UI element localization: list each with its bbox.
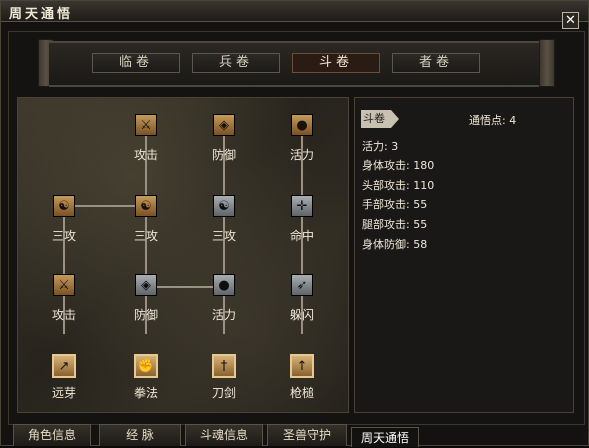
- tab-meridians[interactable]: 经 脉: [99, 424, 181, 446]
- bow-icon: ↗: [58, 358, 70, 374]
- vitality-node[interactable]: ●: [213, 274, 235, 296]
- fist-icon: ✊: [137, 358, 155, 374]
- dodge-node[interactable]: ➶: [291, 274, 313, 296]
- node-label: 枪槌: [289, 386, 314, 400]
- stat-line: 活力: 3: [362, 140, 399, 153]
- points-counter: 通悟点: 4: [469, 114, 517, 127]
- triple-attack-node[interactable]: ☯: [53, 195, 75, 217]
- skill-tree-panel: ⚔ ◈ ● 攻击 防御 活力 ☯ ☯ ☯ ✛ 三攻 三攻 三攻 命中 ⚔ ◈ ●…: [17, 97, 349, 413]
- ranged-weapon-node[interactable]: ↗: [52, 354, 76, 378]
- close-icon: ✕: [565, 13, 576, 28]
- tab-sacred-beast[interactable]: 圣兽守护: [267, 424, 347, 446]
- stat-line: 身体攻击: 180: [362, 159, 435, 172]
- node-label: 攻击: [51, 308, 76, 322]
- sword-icon: ⚔: [140, 117, 152, 133]
- blade-weapon-node[interactable]: †: [212, 354, 236, 378]
- titlebar: 周天通悟: [1, 1, 588, 22]
- node-label: 躲闪: [289, 308, 314, 322]
- node-label: 三攻: [51, 229, 76, 243]
- tab-zhe[interactable]: 者卷: [392, 53, 480, 73]
- tab-character-info[interactable]: 角色信息: [13, 424, 91, 446]
- spear-weapon-node[interactable]: ↑: [290, 354, 314, 378]
- defense-node[interactable]: ◈: [135, 274, 157, 296]
- node-label: 三攻: [211, 229, 236, 243]
- tab-lin[interactable]: 临卷: [92, 53, 180, 73]
- fist-weapon-node[interactable]: ✊: [134, 354, 158, 378]
- attack-node[interactable]: ⚔: [135, 114, 157, 136]
- triple-attack-node[interactable]: ☯: [213, 195, 235, 217]
- window-title: 周天通悟: [9, 7, 74, 22]
- rail-right-cap: [539, 39, 555, 87]
- blade-icon: †: [220, 358, 228, 374]
- node-label: 命中: [289, 229, 314, 243]
- attack-node[interactable]: ⚔: [53, 274, 75, 296]
- node-label: 防御: [211, 148, 236, 162]
- accuracy-node[interactable]: ✛: [291, 195, 313, 217]
- drop-icon: ●: [296, 117, 308, 133]
- node-label: 刀剑: [211, 386, 236, 400]
- sword-icon: ⚔: [58, 277, 70, 293]
- shield-icon: ◈: [141, 277, 151, 293]
- stat-line: 头部攻击: 110: [362, 179, 435, 192]
- drop-icon: ●: [218, 277, 230, 293]
- spear-icon: ↑: [296, 358, 308, 374]
- node-label: 活力: [289, 148, 314, 162]
- node-label: 三攻: [133, 229, 158, 243]
- beast-icon: ☯: [58, 198, 70, 214]
- node-label: 活力: [211, 308, 236, 322]
- beast-icon: ☯: [218, 198, 230, 214]
- close-button[interactable]: ✕: [562, 12, 579, 29]
- tab-fighting-soul[interactable]: 斗魂信息: [185, 424, 263, 446]
- tab-dou[interactable]: 斗卷: [292, 53, 380, 73]
- defense-node[interactable]: ◈: [213, 114, 235, 136]
- scroll-tag: 斗卷: [361, 110, 399, 128]
- tab-zhoutian[interactable]: 周天通悟: [351, 427, 419, 447]
- running-figure-icon: ➶: [296, 277, 308, 293]
- shield-icon: ◈: [219, 117, 229, 133]
- triple-attack-node[interactable]: ☯: [135, 195, 157, 217]
- node-label: 拳法: [133, 386, 158, 400]
- vitality-node[interactable]: ●: [291, 114, 313, 136]
- tab-bing[interactable]: 兵卷: [192, 53, 280, 73]
- stat-line: 腿部攻击: 55: [362, 218, 428, 231]
- node-label: 防御: [133, 308, 158, 322]
- skill-window: 周天通悟 ✕ 临卷 兵卷 斗卷 者卷 ⚔ ◈ ● 攻击 防御 活力 ☯ ☯ ☯ …: [0, 0, 589, 447]
- beast-icon: ☯: [140, 198, 152, 214]
- stat-line: 手部攻击: 55: [362, 198, 428, 211]
- node-label: 攻击: [133, 148, 158, 162]
- crosshair-icon: ✛: [296, 198, 308, 214]
- stat-line: 身体防御: 58: [362, 238, 428, 251]
- node-label: 远芽: [51, 386, 76, 400]
